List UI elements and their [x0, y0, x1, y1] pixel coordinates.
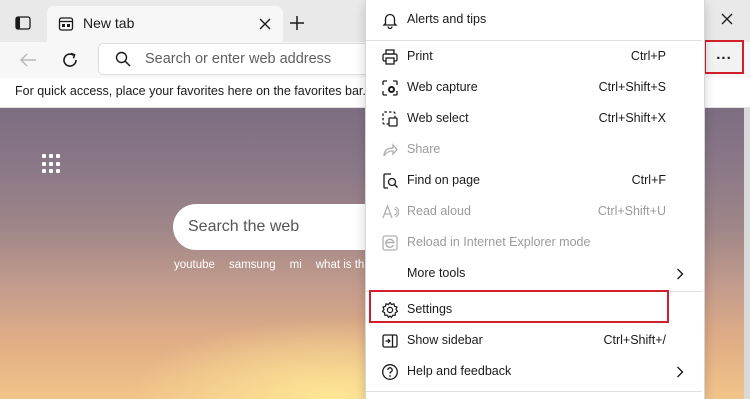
search-icon: [115, 51, 131, 67]
menu-item-shortcut: Ctrl+Shift+/: [603, 333, 666, 347]
ie-mode-icon: [380, 233, 400, 253]
menu-item-label: Alerts and tips: [407, 12, 487, 26]
help-icon: [380, 362, 400, 382]
menu-item-label: Help and feedback: [407, 364, 512, 378]
menu-item-shortcut: Ctrl+Shift+U: [597, 204, 666, 218]
plus-icon: [290, 16, 304, 30]
new-tab-button[interactable]: [284, 10, 310, 36]
gear-icon: [380, 300, 400, 320]
quick-link[interactable]: mi: [290, 259, 302, 271]
menu-item-settings[interactable]: Settings: [370, 295, 700, 325]
favorites-bar-text: For quick access, place your favorites h…: [15, 84, 366, 98]
tab-title: New tab: [83, 15, 135, 31]
quick-links: youtube samsung mi what is th: [174, 259, 364, 271]
quick-link[interactable]: what is th: [316, 259, 365, 271]
menu-item-more-tools[interactable]: More tools: [370, 259, 700, 289]
scrollbar[interactable]: [744, 108, 750, 399]
settings-and-more-button[interactable]: ...: [704, 40, 744, 74]
chevron-right-icon: [674, 365, 686, 379]
find-icon: [380, 171, 400, 191]
bell-icon: [380, 10, 400, 30]
tab-close-button[interactable]: [255, 14, 275, 34]
menu-item-shortcut: Ctrl+F: [631, 173, 666, 187]
menu-item-web-capture[interactable]: Web capture Ctrl+Shift+S: [370, 73, 700, 103]
menu-divider: [366, 391, 702, 392]
menu-item-web-select[interactable]: Web select Ctrl+Shift+X: [370, 104, 700, 134]
menu-item-label: Settings: [407, 302, 453, 316]
back-button[interactable]: [14, 47, 42, 73]
refresh-button[interactable]: [56, 47, 84, 73]
arrow-left-icon: [19, 53, 36, 67]
menu-item-label: Find on page: [407, 173, 480, 187]
tab-new-tab[interactable]: New tab: [47, 6, 283, 42]
menu-item-show-sidebar[interactable]: Show sidebar Ctrl+Shift+/: [370, 326, 700, 356]
menu-item-label: More tools: [407, 266, 466, 280]
app-launcher-icon[interactable]: [42, 154, 62, 174]
chevron-right-icon: [674, 267, 686, 281]
menu-item-label: Web capture: [407, 80, 478, 94]
menu-item-read-aloud: Read aloud Ctrl+Shift+U: [370, 197, 700, 227]
menu-item-share: Share: [370, 135, 700, 165]
menu-item-reload-ie-mode: Reload in Internet Explorer mode: [370, 228, 700, 258]
more-icon: ...: [716, 45, 732, 63]
menu-item-label: Show sidebar: [407, 333, 483, 347]
close-icon: [721, 13, 733, 25]
web-capture-icon: [380, 78, 400, 98]
quick-link[interactable]: samsung: [229, 259, 276, 271]
tab-actions-icon: [15, 16, 31, 30]
quick-link[interactable]: youtube: [174, 259, 215, 271]
menu-item-shortcut: Ctrl+Shift+X: [598, 111, 666, 125]
menu-item-shortcut: Ctrl+P: [630, 49, 666, 63]
refresh-icon: [63, 52, 77, 67]
web-select-icon: [380, 109, 400, 129]
menu-item-help-and-feedback[interactable]: Help and feedback: [370, 357, 700, 387]
menu-item-shortcut: Ctrl+Shift+S: [598, 80, 666, 94]
menu-item-print[interactable]: Print Ctrl+P: [370, 42, 700, 72]
menu-item-label: Print: [407, 49, 433, 63]
address-bar[interactable]: [98, 43, 390, 75]
favorites-bar-message: For quick access, place your favorites h…: [15, 84, 387, 98]
window-close-button[interactable]: [712, 6, 742, 32]
menu-item-label: Reload in Internet Explorer mode: [407, 235, 591, 249]
menu-item-find-on-page[interactable]: Find on page Ctrl+F: [370, 166, 700, 196]
menu-divider: [366, 291, 702, 292]
new-tab-favicon-icon: [58, 17, 74, 31]
read-aloud-icon: [380, 202, 400, 222]
address-input[interactable]: [145, 50, 385, 68]
share-icon: [380, 140, 400, 160]
web-search-input[interactable]: [188, 217, 368, 237]
settings-and-more-menu: Alerts and tips Print Ctrl+P Web capture…: [365, 0, 705, 399]
menu-item-alerts-and-tips[interactable]: Alerts and tips: [370, 5, 700, 35]
menu-item-label: Web select: [407, 111, 469, 125]
tab-actions-menu-button[interactable]: [9, 10, 37, 36]
sidebar-icon: [380, 331, 400, 351]
menu-divider: [366, 40, 702, 41]
printer-icon: [380, 47, 400, 67]
close-icon: [259, 18, 271, 30]
menu-item-label: Read aloud: [407, 204, 471, 218]
menu-item-label: Share: [407, 142, 441, 156]
